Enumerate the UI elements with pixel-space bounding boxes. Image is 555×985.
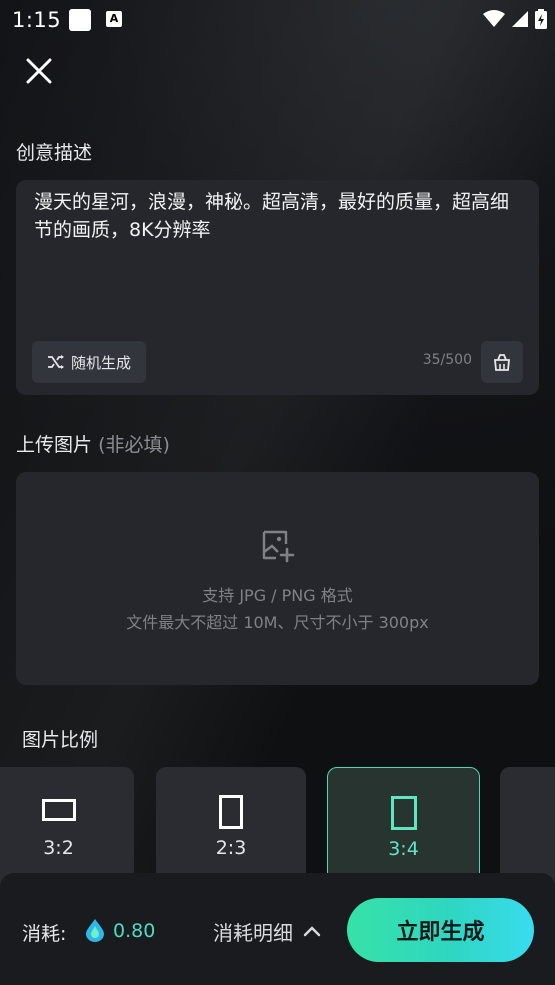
generate-now-button[interactable]: 立即生成 — [347, 898, 534, 962]
char-counter: 35/500 — [422, 352, 472, 368]
app-notification-icon: A — [106, 11, 122, 27]
upload-area[interactable]: 支持 JPG / PNG 格式 文件最大不超过 10M、尺寸不小于 300px — [16, 472, 539, 685]
ratio-option-more[interactable] — [500, 767, 555, 887]
ratio-option-3-4[interactable]: 3:4 — [327, 767, 480, 887]
ratio-title: 图片比例 — [22, 729, 99, 751]
ratio-label: 3:2 — [43, 837, 74, 859]
close-icon — [26, 58, 52, 84]
status-time: 1:15 — [12, 8, 62, 32]
ratio-option-2-3[interactable]: 2:3 — [156, 767, 306, 887]
cost-label: 消耗: — [22, 923, 67, 945]
wifi-icon — [483, 10, 505, 27]
status-icons — [483, 9, 547, 29]
signal-icon — [512, 11, 528, 27]
cost-detail-label: 消耗明细 — [213, 920, 293, 945]
ratio-label: 3:4 — [388, 838, 419, 860]
eraser-icon — [494, 354, 510, 371]
ratio-option-3-2[interactable]: 3:2 — [0, 767, 134, 887]
upload-size-text: 文件最大不超过 10M、尺寸不小于 300px — [126, 613, 429, 632]
bottom-bar: 消耗: 0.80 消耗明细 立即生成 — [0, 873, 555, 985]
cost-detail-button[interactable]: 消耗明细 — [213, 916, 321, 946]
description-input[interactable]: 漫天的星河，浪漫，神秘。超高清，最好的质量，超高细节的画质，8K分辨率 — [34, 188, 524, 244]
random-generate-label: 随机生成 — [70, 353, 131, 372]
description-box[interactable]: 漫天的星河，浪漫，神秘。超高清，最好的质量，超高细节的画质，8K分辨率 随机生成… — [16, 180, 539, 395]
creative-title: 创意描述 — [16, 142, 93, 164]
energy-drop-icon — [86, 919, 104, 942]
upload-title-text: 上传图片 — [16, 434, 93, 456]
shuffle-icon — [47, 355, 64, 369]
chevron-up-icon — [303, 926, 321, 937]
random-generate-button[interactable]: 随机生成 — [32, 341, 146, 383]
landscape-ratio-icon — [41, 799, 76, 821]
portrait-ratio-icon — [219, 795, 243, 829]
upload-title: 上传图片 (非必填) — [16, 430, 170, 457]
add-image-icon — [262, 530, 295, 563]
upload-format-text: 支持 JPG / PNG 格式 — [202, 586, 353, 605]
close-button[interactable] — [22, 54, 56, 88]
clear-button[interactable] — [481, 341, 523, 383]
notification-icon — [69, 9, 91, 31]
battery-icon — [535, 9, 547, 29]
status-bar: 1:15 A — [0, 0, 555, 40]
portrait-ratio-icon — [390, 796, 417, 830]
cost-value: 0.80 — [113, 920, 156, 942]
ratio-label: 2:3 — [215, 837, 247, 859]
upload-optional-text: (非必填) — [98, 434, 170, 456]
